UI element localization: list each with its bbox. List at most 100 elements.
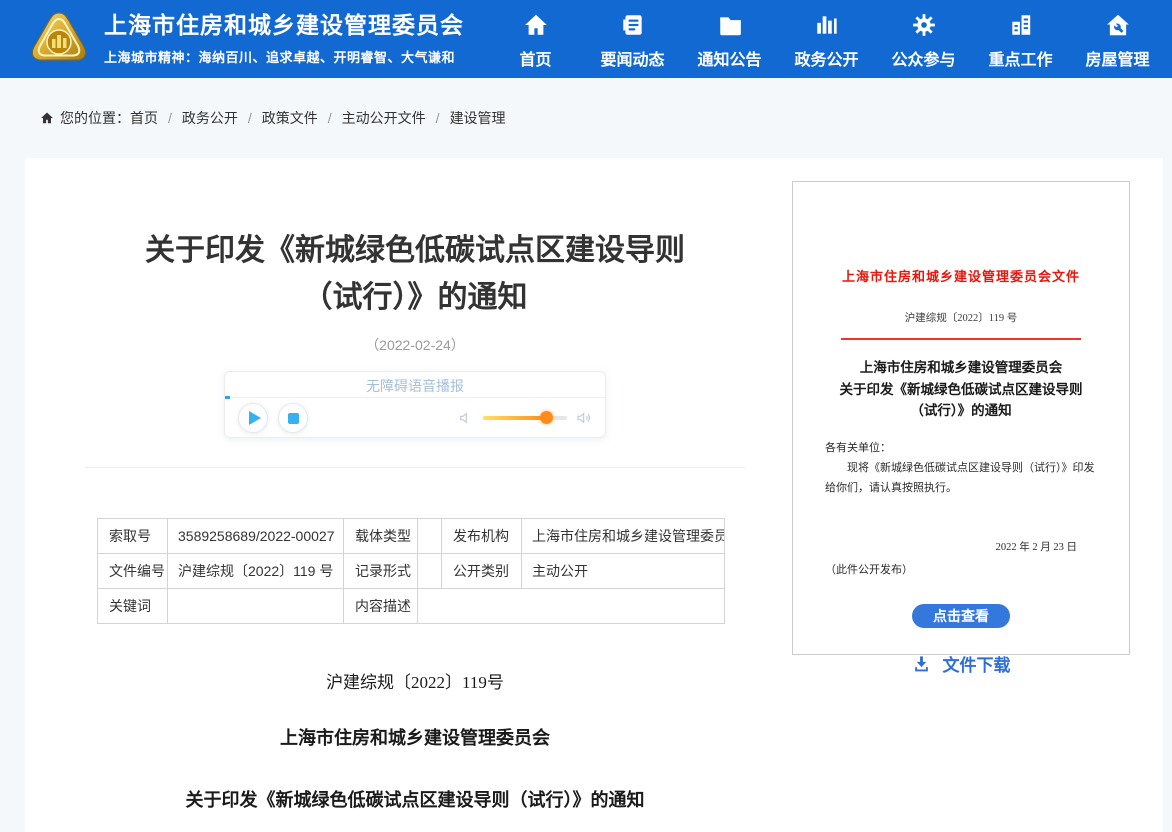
meta-value-carrier-type bbox=[418, 519, 442, 554]
download-icon bbox=[912, 654, 931, 673]
volume-handle[interactable] bbox=[540, 411, 553, 424]
table-row: 文件编号 沪建综规〔2022〕119 号 记录形式 公开类别 主动公开 bbox=[98, 554, 725, 589]
meta-label-description: 内容描述 bbox=[344, 589, 418, 624]
folder-icon bbox=[717, 12, 743, 38]
nav-item-participation[interactable]: 公众参与 bbox=[875, 8, 972, 70]
meta-label-carrier-type: 载体类型 bbox=[344, 519, 418, 554]
meta-label-keywords: 关键词 bbox=[98, 589, 168, 624]
nav-label: 政务公开 bbox=[794, 46, 858, 70]
news-icon bbox=[620, 12, 646, 38]
breadcrumb-separator: / bbox=[168, 110, 172, 126]
audio-player: 无障碍语音播报 bbox=[224, 371, 606, 438]
brand-text: 上海市住房和城乡建设管理委员会 上海城市精神：海纳百川、追求卓越、开明睿智、大气… bbox=[104, 12, 464, 66]
site-slogan: 上海城市精神：海纳百川、追求卓越、开明睿智、大气谦和 bbox=[104, 47, 464, 66]
audio-progress-fill bbox=[225, 396, 230, 399]
file-download-label: 文件下载 bbox=[943, 651, 1011, 676]
volume-control bbox=[458, 410, 592, 426]
nav-label: 通知公告 bbox=[697, 46, 761, 70]
meta-value-issuing-org: 上海市住房和城乡建设管理委员会 bbox=[522, 519, 725, 554]
preview-title: 上海市住房和城乡建设管理委员会 关于印发《新城绿色低碳试点区建设导则 （试行）》… bbox=[793, 357, 1129, 422]
chart-icon bbox=[814, 12, 840, 38]
nav-item-gov-open[interactable]: 政务公开 bbox=[778, 8, 875, 70]
preview-title-line: 上海市住房和城乡建设管理委员会 bbox=[793, 357, 1129, 379]
table-row: 索取号 3589258689/2022-00027 载体类型 发布机构 上海市住… bbox=[98, 519, 725, 554]
preview-paragraph: 现将《新城绿色低碳试点区建设导则（试行）》印发给你们，请认真按照执行。 bbox=[825, 458, 1103, 499]
main-content: 关于印发《新城绿色低碳试点区建设导则（试行）》的通知 （2022-02-24） … bbox=[25, 158, 1163, 832]
section-divider bbox=[85, 467, 745, 468]
volume-high-icon bbox=[576, 410, 592, 426]
breadcrumb-link-construction[interactable]: 建设管理 bbox=[450, 108, 506, 128]
file-download-link[interactable]: 文件下载 bbox=[793, 651, 1129, 676]
volume-low-icon bbox=[458, 410, 474, 426]
meta-label-record-form: 记录形式 bbox=[344, 554, 418, 589]
meta-value-record-form bbox=[418, 554, 442, 589]
breadcrumb-link-policy-files[interactable]: 政策文件 bbox=[262, 108, 318, 128]
breadcrumb-prefix: 您的位置： bbox=[60, 108, 130, 128]
building-icon bbox=[1008, 12, 1034, 38]
doc-subject-line: 关于印发《新城绿色低碳试点区建设导则（试行）》的通知 bbox=[85, 786, 745, 812]
preview-date: 2022 年 2 月 23 日 bbox=[793, 539, 1129, 554]
house-tools-icon bbox=[1105, 12, 1131, 38]
meta-label-open-category: 公开类别 bbox=[442, 554, 522, 589]
nav-item-housing[interactable]: 房屋管理 bbox=[1069, 8, 1166, 70]
article: 关于印发《新城绿色低碳试点区建设导则（试行）》的通知 （2022-02-24） … bbox=[85, 158, 745, 812]
breadcrumb-separator: / bbox=[328, 110, 332, 126]
meta-value-open-category: 主动公开 bbox=[522, 554, 725, 589]
breadcrumb-separator: / bbox=[436, 110, 440, 126]
table-row: 关键词 内容描述 bbox=[98, 589, 725, 624]
nav-label: 房屋管理 bbox=[1085, 46, 1149, 70]
breadcrumb-band: 您的位置： 首页 / 政务公开 / 政策文件 / 主动公开文件 / 建设管理 bbox=[0, 78, 1172, 158]
main-nav: 首页 要闻动态 通知公告 政务公开 公众参与 重点工作 房屋管理 bbox=[487, 8, 1172, 70]
audio-controls bbox=[225, 398, 605, 438]
breadcrumb: 您的位置： 首页 / 政务公开 / 政策文件 / 主动公开文件 / 建设管理 bbox=[40, 108, 506, 128]
preview-red-line bbox=[841, 338, 1081, 340]
audio-progress-bar[interactable] bbox=[225, 397, 605, 398]
preview-title-line: （试行）》的通知 bbox=[793, 400, 1129, 422]
site-header: 上海市住房和城乡建设管理委员会 上海城市精神：海纳百川、追求卓越、开明睿智、大气… bbox=[0, 0, 1172, 78]
volume-slider[interactable] bbox=[483, 416, 567, 420]
site-title: 上海市住房和城乡建设管理委员会 bbox=[104, 12, 464, 40]
stop-icon bbox=[288, 413, 299, 424]
nav-item-home[interactable]: 首页 bbox=[487, 8, 584, 70]
nav-item-notices[interactable]: 通知公告 bbox=[681, 8, 778, 70]
nav-item-news[interactable]: 要闻动态 bbox=[584, 8, 681, 70]
preview-note: （此件公开发布） bbox=[793, 561, 1129, 577]
breadcrumb-link-gov-open[interactable]: 政务公开 bbox=[182, 108, 238, 128]
document-preview-card: 上海市住房和城乡建设管理委员会文件 沪建综规〔2022〕119 号 上海市住房和… bbox=[792, 181, 1130, 655]
doc-number-line: 沪建综规〔2022〕119号 bbox=[85, 668, 745, 693]
meta-label-issuing-org: 发布机构 bbox=[442, 519, 522, 554]
preview-title-line: 关于印发《新城绿色低碳试点区建设导则 bbox=[793, 379, 1129, 401]
breadcrumb-home-icon bbox=[40, 111, 54, 125]
preview-body: 各有关单位： 现将《新城绿色低碳试点区建设导则（试行）》印发给你们，请认真按照执… bbox=[793, 438, 1129, 499]
nav-item-key-work[interactable]: 重点工作 bbox=[972, 8, 1069, 70]
doc-issuer-line: 上海市住房和城乡建设管理委员会 bbox=[85, 724, 745, 750]
site-logo-icon bbox=[26, 10, 92, 68]
breadcrumb-link-open-files[interactable]: 主动公开文件 bbox=[342, 108, 426, 128]
play-icon bbox=[249, 411, 261, 425]
preview-red-header: 上海市住房和城乡建设管理委员会文件 bbox=[793, 266, 1129, 285]
nav-label: 公众参与 bbox=[891, 46, 955, 70]
breadcrumb-link-home[interactable]: 首页 bbox=[130, 108, 158, 128]
stop-button[interactable] bbox=[278, 403, 308, 433]
gear-icon bbox=[911, 12, 937, 38]
volume-fill bbox=[483, 416, 547, 420]
audio-player-title: 无障碍语音播报 bbox=[225, 372, 605, 397]
nav-label: 要闻动态 bbox=[600, 46, 664, 70]
preview-salutation: 各有关单位： bbox=[825, 438, 1103, 458]
home-icon bbox=[523, 12, 549, 38]
preview-doc-number: 沪建综规〔2022〕119 号 bbox=[793, 310, 1129, 325]
meta-value-index-no: 3589258689/2022-00027 bbox=[168, 519, 344, 554]
play-button[interactable] bbox=[238, 403, 268, 433]
site-brand: 上海市住房和城乡建设管理委员会 上海城市精神：海纳百川、追求卓越、开明睿智、大气… bbox=[0, 10, 464, 68]
meta-label-index-no: 索取号 bbox=[98, 519, 168, 554]
meta-value-doc-number: 沪建综规〔2022〕119 号 bbox=[168, 554, 344, 589]
nav-label: 重点工作 bbox=[988, 46, 1052, 70]
meta-value-description bbox=[418, 589, 725, 624]
publish-date: （2022-02-24） bbox=[85, 335, 745, 355]
meta-label-doc-number: 文件编号 bbox=[98, 554, 168, 589]
nav-label: 首页 bbox=[519, 46, 551, 70]
meta-value-keywords bbox=[168, 589, 344, 624]
view-document-button[interactable]: 点击查看 bbox=[912, 604, 1010, 628]
page-title: 关于印发《新城绿色低碳试点区建设导则（试行）》的通知 bbox=[145, 228, 685, 321]
breadcrumb-separator: / bbox=[248, 110, 252, 126]
